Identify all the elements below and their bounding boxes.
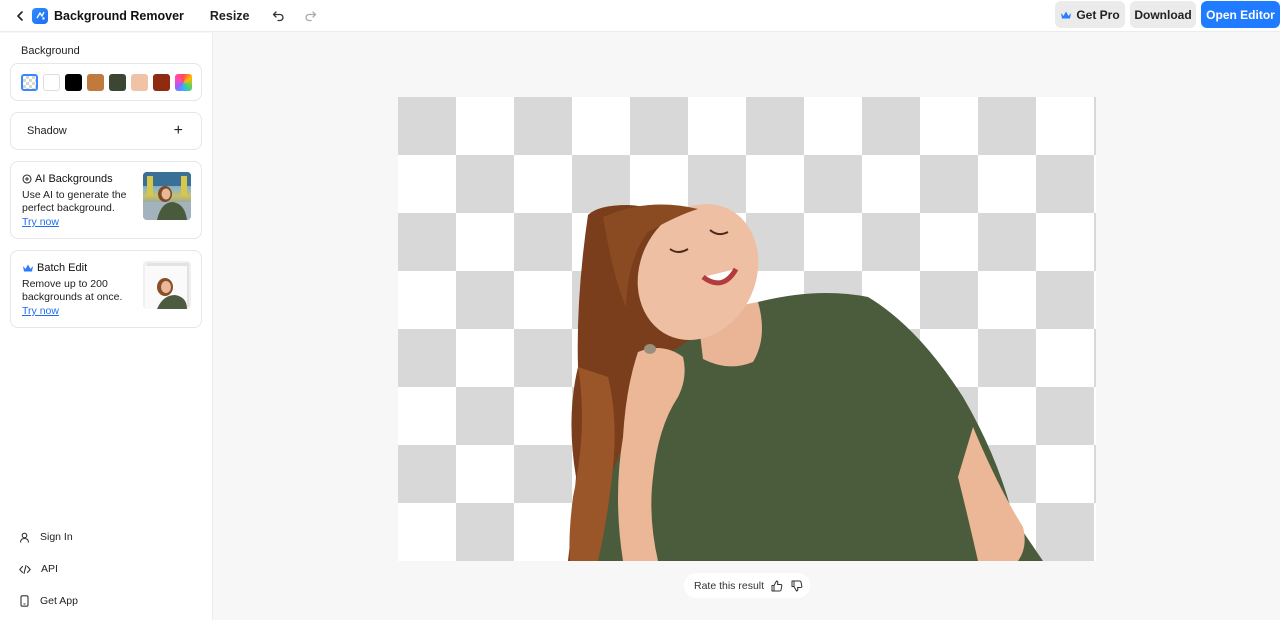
undo-button[interactable]: [268, 5, 290, 27]
swatch-brown[interactable]: [87, 73, 104, 91]
open-editor-button[interactable]: Open Editor: [1201, 1, 1280, 28]
batch-edit-thumbnail: [143, 261, 191, 309]
sparkle-icon: [22, 174, 32, 184]
ai-try-now-link[interactable]: Try now: [22, 216, 59, 228]
batch-title-text: Batch Edit: [37, 262, 88, 274]
phone-icon: [20, 595, 29, 607]
crown-icon: [1061, 11, 1072, 18]
plus-icon: +: [173, 122, 183, 139]
thumbs-down-icon: [791, 580, 803, 591]
swatch-rust[interactable]: [153, 73, 170, 91]
top-actions: Get Pro Download Open Editor: [1055, 1, 1280, 28]
ai-title-text: AI Backgrounds: [35, 173, 113, 185]
api-label: API: [41, 563, 58, 575]
resize-button[interactable]: Resize: [210, 9, 250, 23]
get-pro-label: Get Pro: [1076, 7, 1120, 22]
sign-in-link[interactable]: Sign In: [19, 531, 73, 543]
chevron-left-icon: [17, 10, 23, 21]
api-link[interactable]: API: [19, 563, 58, 575]
top-bar: Background Remover Resize Get Pro Downlo…: [0, 0, 1280, 32]
cutout-subject: [568, 203, 1043, 561]
app-title: Background Remover: [54, 8, 184, 23]
swatch-rainbow[interactable]: [175, 73, 192, 91]
app-logo-icon: [32, 7, 48, 24]
swatch-dark-green[interactable]: [109, 73, 126, 91]
image-canvas[interactable]: [398, 97, 1096, 561]
crown-icon: [23, 264, 33, 272]
shadow-label: Shadow: [27, 125, 67, 137]
ai-backgrounds-desc: Use AI to generate the perfect backgroun…: [22, 189, 127, 214]
ai-backgrounds-title: AI Backgrounds: [22, 173, 113, 185]
swatch-transparent[interactable]: [21, 73, 38, 91]
get-pro-button[interactable]: Get Pro: [1055, 1, 1125, 28]
redo-icon: [305, 11, 317, 22]
thumbs-up-icon: [771, 580, 783, 591]
code-icon: [19, 564, 31, 574]
swatch-black[interactable]: [65, 73, 82, 91]
redo-button[interactable]: [300, 5, 322, 27]
thumbs-down-button[interactable]: [790, 579, 804, 593]
undo-icon: [272, 11, 284, 22]
back-button[interactable]: [8, 4, 32, 28]
background-label: Background: [21, 45, 80, 57]
sign-in-label: Sign In: [40, 531, 73, 543]
batch-edit-title: Batch Edit: [22, 262, 87, 274]
get-app-label: Get App: [40, 595, 78, 607]
download-button[interactable]: Download: [1130, 1, 1196, 28]
swatch-peach[interactable]: [131, 73, 148, 91]
shadow-option[interactable]: Shadow +: [10, 112, 202, 150]
sidebar: Background Shadow + AI Backgrounds Use A…: [0, 33, 213, 620]
swatch-white[interactable]: [43, 73, 60, 91]
ai-backgrounds-thumbnail: [143, 172, 191, 220]
rate-result: Rate this result: [684, 573, 810, 598]
user-icon: [19, 532, 30, 543]
ai-backgrounds-card[interactable]: AI Backgrounds Use AI to generate the pe…: [10, 161, 202, 239]
batch-try-now-link[interactable]: Try now: [22, 305, 59, 317]
batch-edit-desc: Remove up to 200 backgrounds at once.: [22, 278, 123, 303]
background-swatches: [10, 63, 202, 101]
rate-label: Rate this result: [694, 579, 765, 592]
get-app-link[interactable]: Get App: [19, 595, 78, 607]
batch-edit-card[interactable]: Batch Edit Remove up to 200 backgrounds …: [10, 250, 202, 328]
thumbs-up-button[interactable]: [770, 579, 784, 593]
